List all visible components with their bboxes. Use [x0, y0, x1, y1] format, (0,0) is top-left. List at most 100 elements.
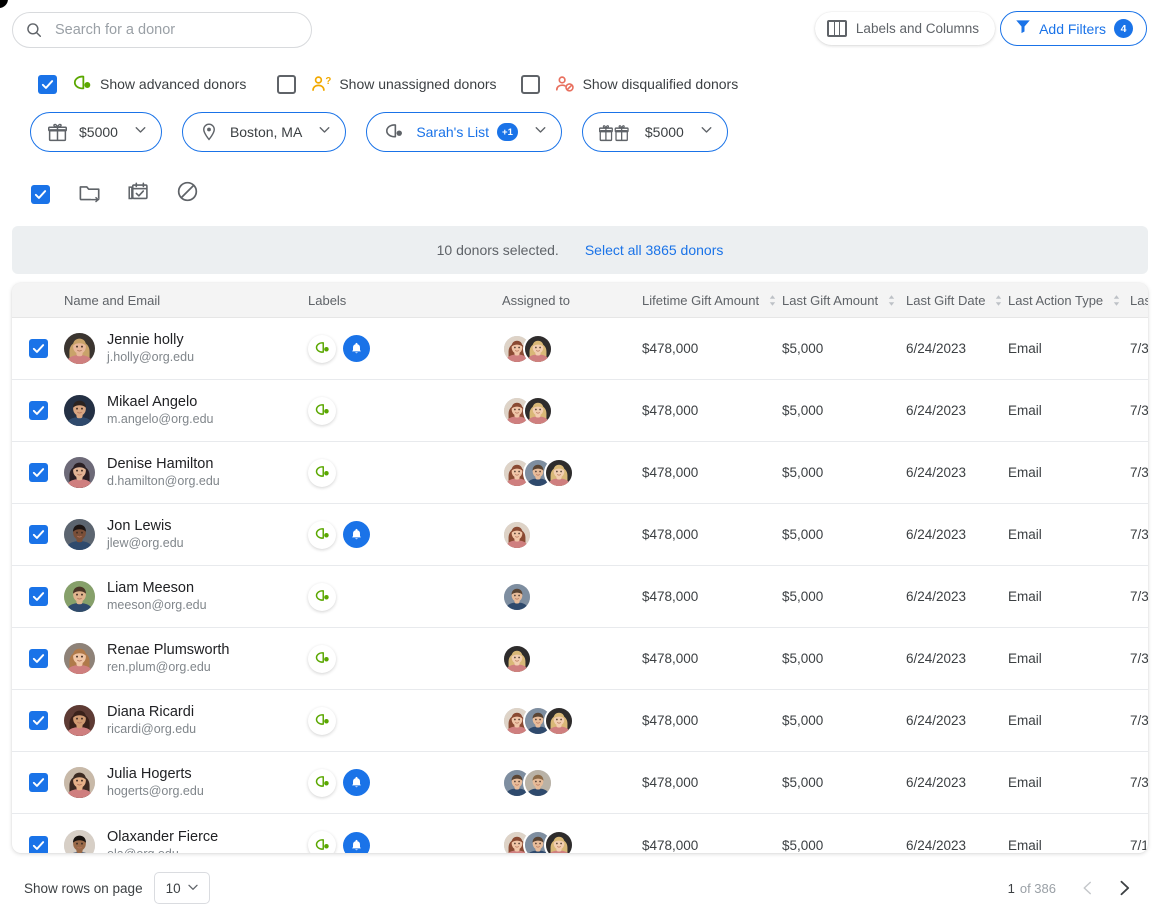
next-page-button[interactable] — [1106, 878, 1142, 898]
table-row[interactable]: Julia Hogerts hogerts@org.edu $478,000 $5,0… — [12, 752, 1148, 814]
table-row[interactable]: Diana Ricardi ricardi@org.edu $478,000 $5,0… — [12, 690, 1148, 752]
advanced-donors-checkbox[interactable] — [38, 74, 57, 94]
chevron-down-icon[interactable] — [132, 121, 149, 143]
row-checkbox[interactable] — [28, 463, 48, 482]
row-checkbox-cell[interactable] — [12, 835, 64, 853]
donor-labels-cell[interactable] — [306, 644, 502, 673]
select-all-donors-link[interactable]: Select all 3865 donors — [585, 242, 724, 258]
schedule-action-button[interactable] — [114, 181, 163, 208]
assigned-avatar-stack[interactable] — [502, 333, 553, 364]
label-tag-icon[interactable] — [308, 644, 336, 673]
assigned-avatar[interactable] — [502, 581, 532, 612]
donor-name-cell[interactable]: Julia Hogerts hogerts@org.edu — [64, 765, 306, 800]
label-tag-icon[interactable] — [308, 458, 336, 487]
filter-chip-gift-amount[interactable]: $5000 — [30, 112, 162, 152]
row-checkbox[interactable] — [28, 773, 48, 792]
assigned-to-cell[interactable] — [502, 643, 642, 674]
search-input-wrapper[interactable] — [12, 12, 312, 48]
assigned-avatar-stack[interactable] — [502, 581, 532, 612]
sort-toggle-icon[interactable] — [768, 294, 777, 307]
assigned-to-cell[interactable] — [502, 767, 642, 798]
move-to-folder-button[interactable] — [65, 181, 114, 208]
row-checkbox-cell[interactable] — [12, 463, 64, 482]
donor-name-cell[interactable]: Denise Hamilton d.hamilton@org.edu — [64, 455, 306, 490]
notification-bell-icon[interactable] — [343, 335, 370, 362]
column-header-name-and-email[interactable]: Name and Email — [64, 293, 306, 308]
row-checkbox[interactable] — [28, 339, 48, 358]
filter-chip-list[interactable]: Sarah's List +1 — [366, 112, 562, 152]
chevron-down-icon[interactable] — [316, 121, 333, 143]
notification-bell-icon[interactable] — [343, 831, 370, 853]
row-checkbox[interactable] — [28, 525, 48, 544]
row-checkbox-cell[interactable] — [12, 525, 64, 544]
assigned-to-cell[interactable] — [502, 519, 642, 550]
label-tag-icon[interactable] — [308, 396, 336, 425]
donor-labels-cell[interactable] — [306, 334, 502, 363]
donor-labels-cell[interactable] — [306, 396, 502, 425]
labels-and-columns-button[interactable]: Labels and Columns — [814, 12, 995, 45]
row-checkbox-cell[interactable] — [12, 773, 64, 792]
donor-name-cell[interactable]: Jennie holly j.holly@org.edu — [64, 331, 306, 366]
donor-name-cell[interactable]: Jon Lewis jlew@org.edu — [64, 517, 306, 552]
donor-labels-cell[interactable] — [306, 768, 502, 797]
table-row[interactable]: Jennie holly j.holly@org.edu $478,000 $5,00… — [12, 318, 1148, 380]
donor-name-cell[interactable]: Liam Meeson meeson@org.edu — [64, 579, 306, 614]
column-header-assigned-to[interactable]: Assigned to — [502, 293, 642, 308]
disqualified-donors-checkbox[interactable] — [520, 74, 540, 94]
assigned-avatar-stack[interactable] — [502, 519, 532, 550]
assigned-avatar-stack[interactable] — [502, 395, 553, 426]
donor-labels-cell[interactable] — [306, 582, 502, 611]
toggle-show-unassigned-donors[interactable]: ? Show unassigned donors — [277, 74, 497, 94]
row-checkbox[interactable] — [28, 835, 48, 853]
table-row[interactable]: Denise Hamilton d.hamilton@org.edu $478,00… — [12, 442, 1148, 504]
disqualify-button[interactable] — [163, 180, 212, 208]
chevron-down-icon[interactable] — [698, 121, 715, 143]
column-header-last-gift-amount[interactable]: Last Gift Amount — [782, 293, 906, 308]
toggle-show-advanced-donors[interactable]: Show advanced donors — [38, 74, 246, 94]
row-checkbox[interactable] — [28, 711, 48, 730]
donor-labels-cell[interactable] — [306, 458, 502, 487]
assigned-avatar-stack[interactable] — [502, 705, 574, 736]
assigned-to-cell[interactable] — [502, 395, 642, 426]
row-checkbox-cell[interactable] — [12, 339, 64, 358]
label-tag-icon[interactable] — [308, 831, 336, 853]
toggle-show-disqualified-donors[interactable]: Show disqualified donors — [520, 74, 738, 94]
assigned-avatar[interactable] — [523, 767, 553, 798]
filter-chip-total-gifts[interactable]: $5000 — [581, 112, 728, 152]
column-header-lifetime-gift-amount[interactable]: Lifetime Gift Amount — [642, 293, 782, 308]
label-tag-icon[interactable] — [308, 520, 336, 549]
assigned-avatar[interactable] — [502, 519, 532, 550]
row-checkbox[interactable] — [28, 401, 48, 420]
assigned-to-cell[interactable] — [502, 830, 642, 853]
sort-toggle-icon[interactable] — [994, 294, 1003, 307]
donor-name-cell[interactable]: Mikael Angelo m.angelo@org.edu — [64, 393, 306, 428]
table-row[interactable]: Jon Lewis jlew@org.edu $478,000 $5,000 6/24/… — [12, 504, 1148, 566]
table-row[interactable]: Mikael Angelo m.angelo@org.edu $478,000 $5,… — [12, 380, 1148, 442]
sort-toggle-icon[interactable] — [1112, 294, 1121, 307]
assigned-avatar[interactable] — [544, 457, 574, 488]
unassigned-donors-checkbox[interactable] — [277, 74, 297, 94]
table-row[interactable]: Liam Meeson meeson@org.edu $478,000 $5,000 6… — [12, 566, 1148, 628]
sort-toggle-icon[interactable] — [887, 294, 896, 307]
row-checkbox[interactable] — [28, 587, 48, 606]
add-filters-button[interactable]: Add Filters 4 — [1000, 11, 1147, 46]
assigned-avatar[interactable] — [523, 395, 553, 426]
assigned-avatar-stack[interactable] — [502, 767, 553, 798]
assigned-avatar[interactable] — [502, 643, 532, 674]
column-header-last-action-type[interactable]: Last Action Type — [1008, 293, 1120, 308]
assigned-avatar[interactable] — [523, 333, 553, 364]
label-tag-icon[interactable] — [308, 334, 336, 363]
notification-bell-icon[interactable] — [343, 521, 370, 548]
rows-per-page-select[interactable]: 10 — [153, 872, 210, 904]
column-header-last-gift-date[interactable]: Last Gift Date — [906, 293, 1008, 308]
row-checkbox[interactable] — [28, 649, 48, 668]
donor-name-cell[interactable]: Olaxander Fierce ola@org.edu — [64, 828, 306, 853]
donor-labels-cell[interactable] — [306, 520, 502, 549]
assigned-avatar[interactable] — [544, 705, 574, 736]
donor-labels-cell[interactable] — [306, 706, 502, 735]
label-tag-icon[interactable] — [308, 768, 336, 797]
table-row[interactable]: Olaxander Fierce ola@org.edu $478,000 $5,00… — [12, 814, 1148, 853]
assigned-avatar-stack[interactable] — [502, 830, 574, 853]
donor-name-cell[interactable]: Diana Ricardi ricardi@org.edu — [64, 703, 306, 738]
previous-page-button[interactable] — [1070, 879, 1106, 897]
